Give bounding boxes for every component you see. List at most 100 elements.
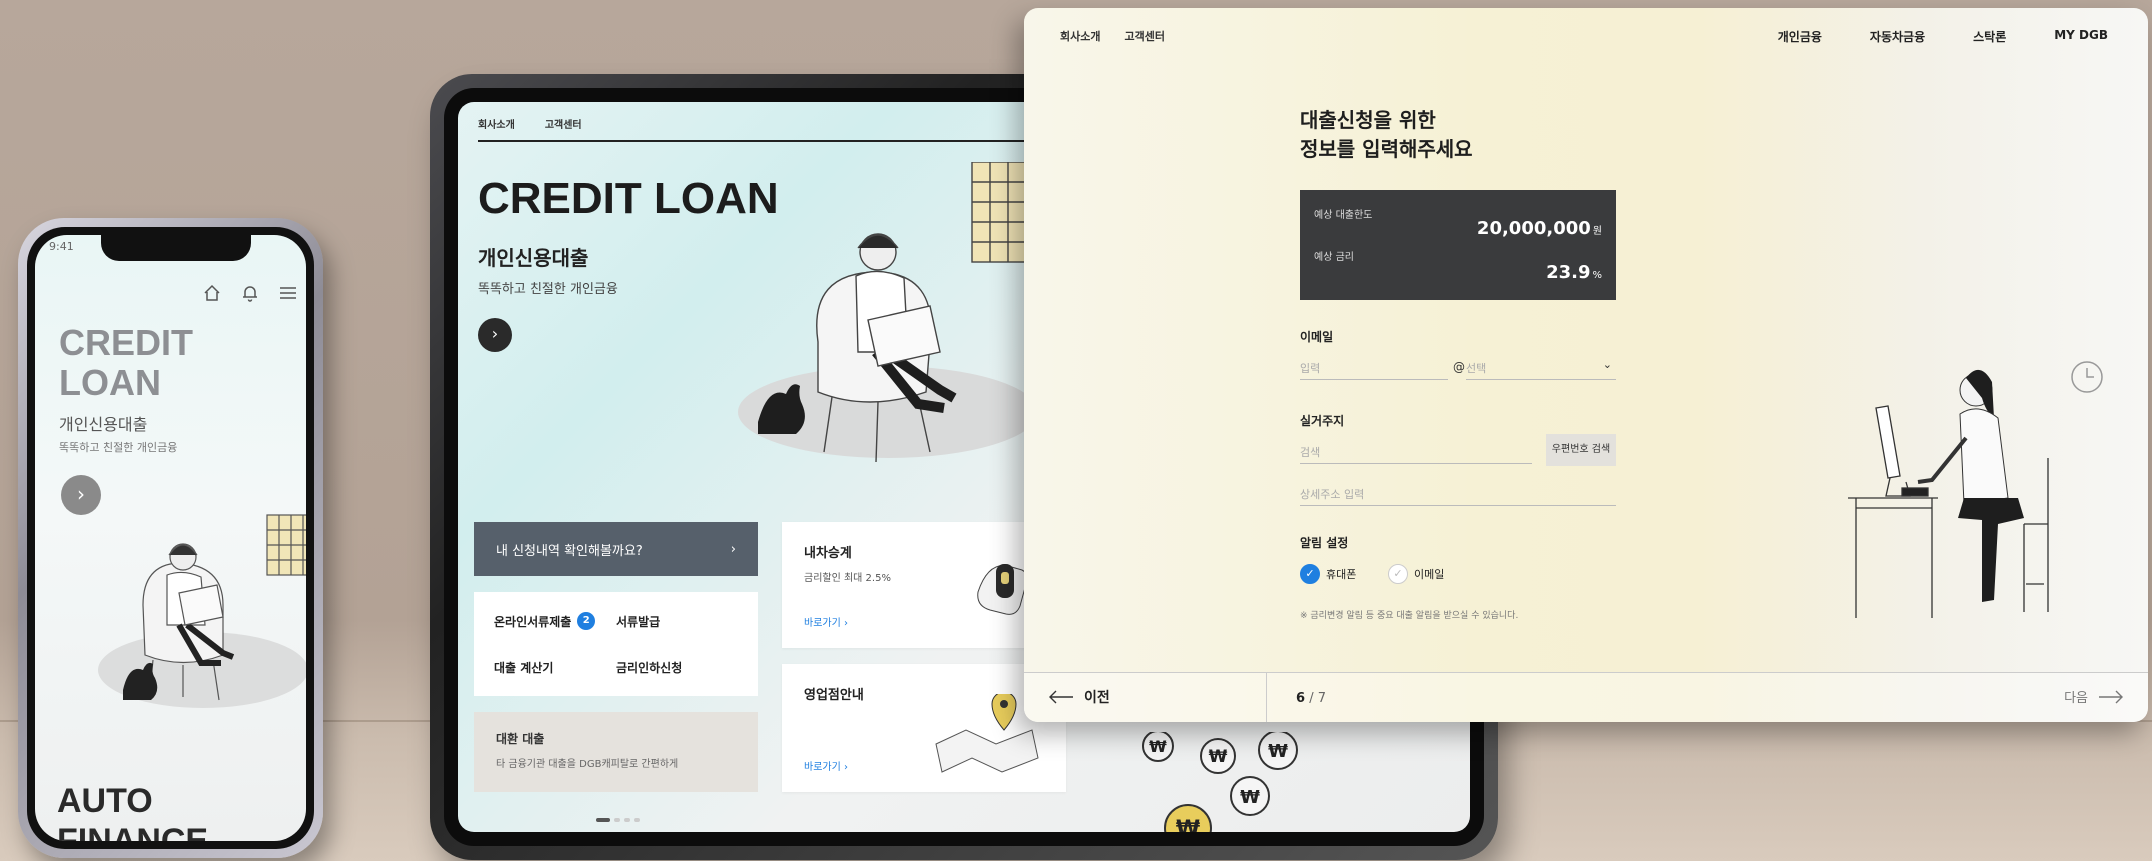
nav-customer-center[interactable]: 고객센터: [1124, 28, 1164, 44]
coin-symbol: ₩: [1176, 817, 1200, 832]
email-domain-select[interactable]: 선택 ⌄: [1466, 358, 1616, 380]
apply-history-label: 내 신청내역 확인해볼까요?: [496, 543, 643, 559]
chevron-right-icon: ›: [730, 541, 736, 557]
tablet-top-nav: 회사소개 고객센터: [478, 116, 582, 131]
notify-label: 알림 설정: [1300, 536, 1349, 550]
carousel-dots[interactable]: [596, 818, 640, 822]
step-total: / 7: [1309, 691, 1326, 706]
phone-title-line2: LOAN: [59, 362, 161, 403]
phone-title: CREDIT LOAN: [59, 323, 193, 403]
check-icon: ✓: [1388, 564, 1408, 584]
notify-phone-checkbox[interactable]: ✓ 휴대폰: [1300, 564, 1356, 584]
nav-personal-finance[interactable]: 개인금융: [1778, 28, 1822, 45]
prev-button[interactable]: 이전: [1048, 687, 1110, 707]
phone-notch: [101, 235, 251, 261]
email-at-sign: @: [1453, 360, 1465, 374]
email-label: 이메일: [1300, 330, 1334, 344]
woman-at-desk-illustration: [1848, 369, 2049, 618]
menu-loan-calculator[interactable]: 대출 계산기: [494, 644, 616, 690]
page-title: 대출신청을 위한 정보를 입력해주세요: [1300, 106, 1473, 164]
next-label: 다음: [2064, 691, 2088, 706]
carousel-dot[interactable]: [596, 818, 610, 822]
limit-unit: 원: [1592, 226, 1602, 237]
notify-email-label: 이메일: [1414, 568, 1445, 581]
loan-application-window: 회사소개 고객센터 개인금융 자동차금융 스탁론 MY DGB 대출신청을 위한…: [1024, 8, 2148, 722]
branch-info-link[interactable]: 바로가기 ›: [804, 758, 848, 773]
phone-device: 9:41 CREDIT LOAN 개인신용대출 똑똑하고 친절한 개인금융 › …: [18, 218, 323, 858]
rate-amount: 23.9: [1546, 262, 1591, 283]
limit-value: 20,000,000 원: [1477, 218, 1602, 239]
refinance-desc: 타 금융기관 대출을 DGB캐피탈로 간편하게: [496, 759, 679, 770]
limit-amount: 20,000,000: [1476, 218, 1591, 239]
tablet-next-button[interactable]: ›: [478, 318, 512, 352]
notify-email-checkbox[interactable]: ✓ 이메일: [1388, 564, 1444, 584]
check-icon: ✓: [1300, 564, 1320, 584]
chevron-down-icon: ⌄: [1602, 358, 1612, 371]
tablet-subtitle: 개인신용대출: [478, 246, 589, 270]
phone-title-line1: CREDIT: [59, 322, 193, 363]
rate-unit: %: [1592, 270, 1602, 281]
address-search-field[interactable]: 검색: [1300, 442, 1532, 464]
step-current: 6: [1296, 691, 1306, 706]
menu-rate-cut-request[interactable]: 금리인하신청: [616, 644, 738, 690]
rate-value: 23.9%: [1546, 262, 1602, 283]
loan-estimate-panel: 예상 대출한도 20,000,000 원 예상 금리 23.9%: [1300, 190, 1616, 300]
page-title-line2: 정보를 입력해주세요: [1300, 137, 1473, 161]
home-icon[interactable]: [202, 283, 222, 303]
refinance-title: 대환 대출: [496, 732, 545, 746]
carousel-dot[interactable]: [614, 818, 620, 822]
phone-tagline: 똑똑하고 친절한 개인금융: [59, 441, 178, 454]
status-time: 9:41: [49, 240, 74, 253]
next-button[interactable]: 다음: [2064, 687, 2124, 706]
address-detail-field[interactable]: 상세주소 입력: [1300, 484, 1616, 506]
menu-icon[interactable]: [278, 283, 298, 303]
woman-with-laptop-illustration: [98, 514, 306, 708]
won-coins-illustration: ₩ ₩ ₩ ₩ ₩: [1142, 732, 1298, 832]
zip-search-button[interactable]: 우편번호 검색: [1546, 434, 1616, 466]
nav-my-dgb[interactable]: MY DGB: [2054, 28, 2108, 45]
phone-next-button[interactable]: ›: [61, 475, 101, 515]
bell-icon[interactable]: [240, 283, 260, 303]
arrow-left-icon: [1049, 690, 1073, 704]
quick-menu-grid: 온라인서류제출 2 서류발급 대출 계산기 금리인하신청: [474, 592, 758, 696]
page-title-line1: 대출신청을 위한: [1300, 108, 1436, 132]
tablet-tagline: 똑똑하고 친절한 개인금융: [478, 282, 618, 297]
coin-symbol: ₩: [1149, 737, 1167, 756]
notify-phone-label: 휴대폰: [1326, 568, 1357, 581]
count-badge: 2: [577, 612, 596, 630]
phone-auto-line1: AUTO: [57, 782, 153, 820]
phone-bezel: 9:41 CREDIT LOAN 개인신용대출 똑똑하고 친절한 개인금융 › …: [27, 227, 314, 849]
limit-label: 예상 대출한도: [1314, 210, 1373, 221]
coin-symbol: ₩: [1268, 741, 1288, 762]
nav-company[interactable]: 회사소개: [1060, 28, 1100, 44]
phone-subtitle: 개인신용대출: [59, 415, 148, 434]
notify-notice: ※ 금리변경 알림 등 중요 대출 알림을 받으실 수 있습니다.: [1300, 611, 1519, 621]
email-id-field[interactable]: 입력: [1300, 358, 1448, 380]
phone-auto-finance-title: AUTO FINANCE: [57, 781, 208, 841]
prev-label: 이전: [1084, 690, 1110, 706]
coin-symbol: ₩: [1209, 747, 1228, 767]
arrow-right-icon: [2099, 690, 2123, 703]
menu-online-docs-label: 온라인서류제출: [494, 614, 572, 629]
phone-nav: [202, 283, 298, 303]
nav-company[interactable]: 회사소개: [478, 116, 515, 131]
carousel-dot[interactable]: [624, 818, 630, 822]
woman-in-chair-illustration: [738, 162, 1048, 462]
nav-auto-finance[interactable]: 자동차금융: [1870, 28, 1925, 45]
menu-online-docs[interactable]: 온라인서류제출 2: [494, 598, 616, 644]
rate-label: 예상 금리: [1314, 252, 1354, 263]
nav-stock-loan[interactable]: 스탁론: [1973, 28, 2006, 45]
menu-doc-issue[interactable]: 서류발급: [616, 598, 738, 644]
step-indicator: 6 / 7: [1296, 691, 1326, 706]
refinance-card[interactable]: 대환 대출 타 금융기관 대출을 DGB캐피탈로 간편하게: [474, 712, 758, 792]
address-label: 실거주지: [1300, 414, 1345, 428]
apply-history-button[interactable]: 내 신청내역 확인해볼까요? ›: [474, 522, 758, 576]
nav-customer-center[interactable]: 고객센터: [545, 116, 582, 131]
coin-symbol: ₩: [1240, 787, 1260, 808]
car-transfer-link[interactable]: 바로가기 ›: [804, 614, 848, 629]
phone-auto-line2: FINANCE: [57, 822, 209, 841]
carousel-dot[interactable]: [634, 818, 640, 822]
step-footer: 이전 6 / 7 다음: [1024, 672, 2148, 722]
email-domain-placeholder: 선택: [1466, 362, 1487, 375]
footer-divider: [1266, 673, 1267, 722]
